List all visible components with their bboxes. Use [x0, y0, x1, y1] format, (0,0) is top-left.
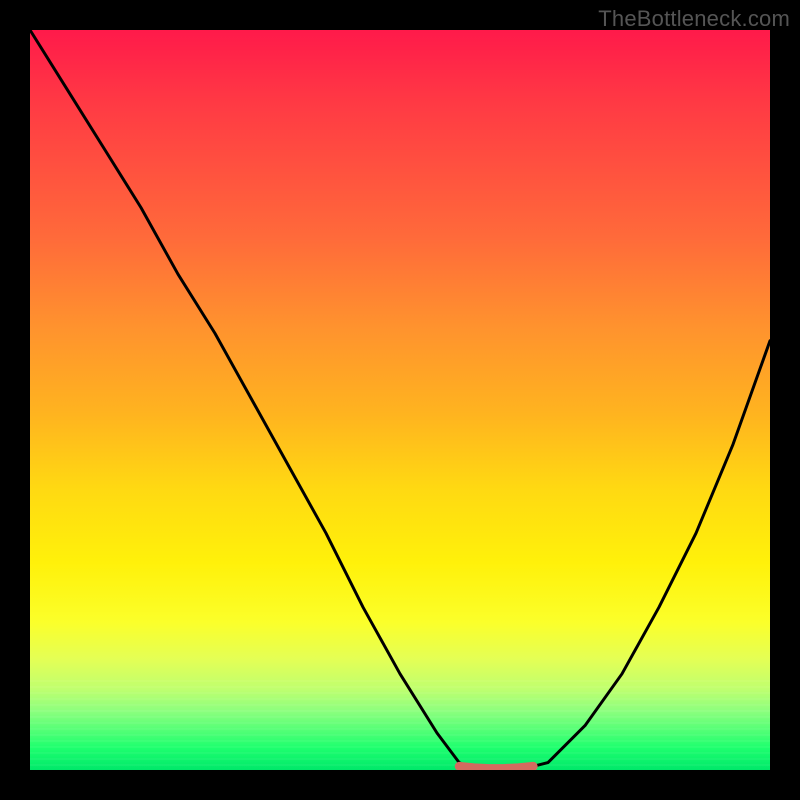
plot-area	[30, 30, 770, 770]
chart-frame: TheBottleneck.com	[0, 0, 800, 800]
minimum-highlight-path	[459, 766, 533, 768]
watermark-text: TheBottleneck.com	[598, 6, 790, 32]
bottleneck-curve-path	[30, 30, 770, 770]
bottleneck-curve-svg	[30, 30, 770, 770]
